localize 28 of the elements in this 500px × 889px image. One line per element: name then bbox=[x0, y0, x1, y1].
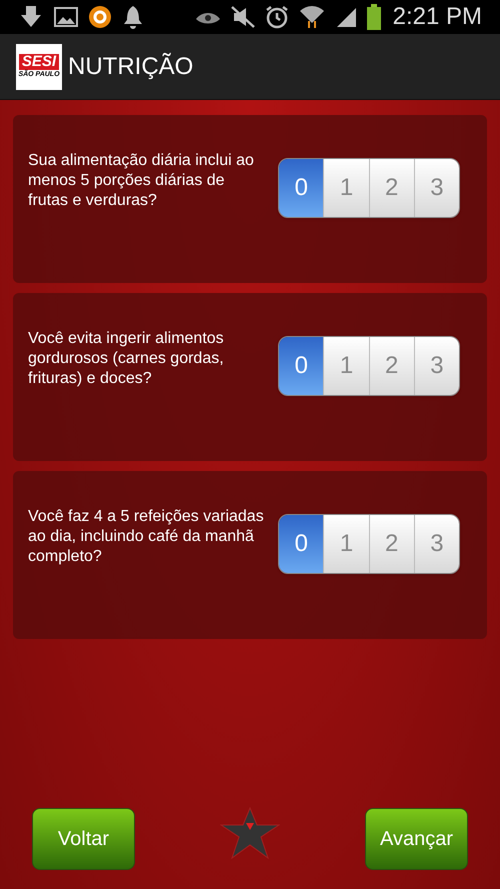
score-option[interactable]: 2 bbox=[368, 337, 414, 395]
score-option[interactable]: 2 bbox=[368, 515, 414, 573]
screen-title: NUTRIÇÃO bbox=[68, 52, 194, 82]
question-text: Você faz 4 a 5 refeições variadas ao dia, incluindo café da manhã completo? bbox=[28, 507, 264, 567]
mute-icon bbox=[230, 6, 255, 28]
back-button[interactable]: Voltar bbox=[32, 808, 135, 870]
score-option[interactable]: 1 bbox=[323, 515, 369, 573]
score-option[interactable]: 1 bbox=[323, 159, 369, 217]
score-option[interactable]: 2 bbox=[368, 159, 414, 217]
score-option[interactable]: 0 bbox=[279, 515, 324, 573]
circle-app-icon bbox=[88, 5, 112, 29]
wifi-icon bbox=[298, 4, 325, 30]
score-option[interactable]: 0 bbox=[279, 337, 324, 395]
alarm-icon bbox=[264, 5, 289, 29]
battery-icon bbox=[366, 4, 381, 30]
question-text: Você evita ingerir alimentos gordurosos (carnes gordas, frituras) e doces? bbox=[28, 329, 225, 389]
bell-icon bbox=[122, 5, 144, 29]
image-icon bbox=[54, 7, 78, 27]
question-text: Sua alimentação diária inclui ao menos 5 porções diárias de frutas e verduras? bbox=[28, 151, 255, 211]
next-button[interactable]: Avançar bbox=[365, 808, 468, 870]
status-time: 2:21 PM bbox=[392, 2, 482, 32]
signal-icon bbox=[334, 6, 357, 28]
score-option[interactable]: 3 bbox=[414, 159, 459, 217]
score-option[interactable]: 1 bbox=[323, 337, 369, 395]
score-option[interactable]: 0 bbox=[279, 159, 324, 217]
score-option[interactable]: 3 bbox=[414, 515, 459, 573]
star-icon bbox=[220, 807, 280, 859]
score-option[interactable]: 3 bbox=[414, 337, 459, 395]
